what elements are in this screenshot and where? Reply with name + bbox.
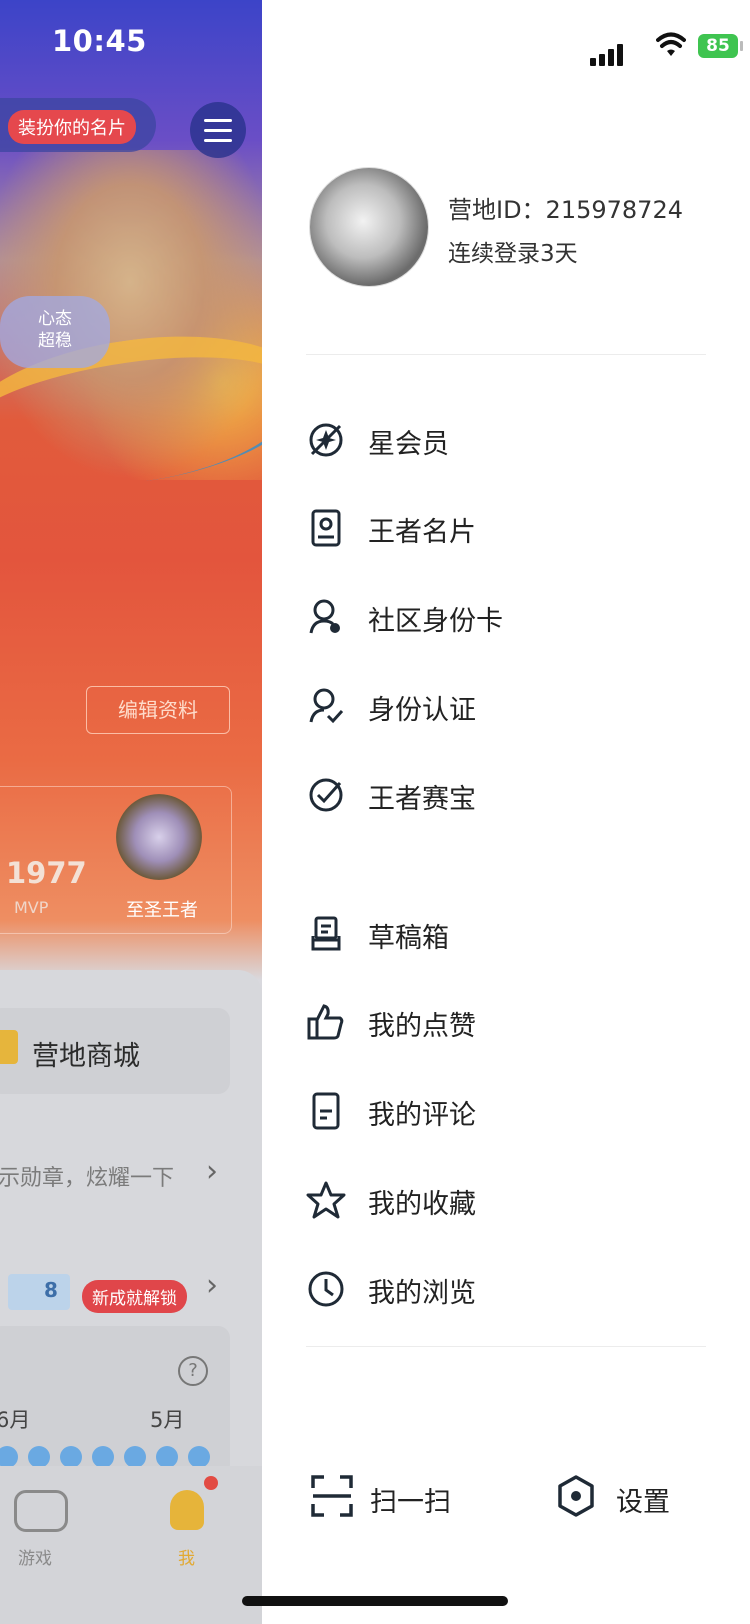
rank-label: 至圣王者: [126, 900, 198, 921]
scan-button[interactable]: 扫一扫: [310, 1468, 510, 1524]
settings-button[interactable]: 设置: [554, 1468, 704, 1524]
menu-item-label: 我的评论: [368, 1100, 476, 1131]
menu-item-profile-card[interactable]: 王者名片: [306, 500, 706, 556]
menu-item-star-member[interactable]: 星会员: [306, 412, 706, 468]
login-streak: 连续登录3天: [448, 241, 578, 267]
star-member-icon: [309, 423, 343, 457]
month-label-5: 5月: [150, 1408, 185, 1432]
divider: [306, 1346, 706, 1347]
chevron-right-icon[interactable]: ›: [206, 1268, 218, 1303]
mood-bubble-line2: 超稳: [38, 331, 72, 351]
menu-item-my-likes[interactable]: 我的点赞: [306, 994, 706, 1050]
menu-item-king-sai-bao[interactable]: 王者赛宝: [306, 767, 706, 823]
avatar[interactable]: [310, 168, 428, 286]
menu-item-label: 我的收藏: [368, 1189, 476, 1220]
menu-item-community-id[interactable]: 社区身份卡: [306, 589, 706, 645]
mood-bubble: 心态 超稳: [0, 296, 110, 368]
menu-item-my-favorites[interactable]: 我的收藏: [306, 1172, 706, 1228]
profile-card-icon: [311, 509, 341, 547]
status-time: 10:45: [52, 24, 147, 58]
decorate-card-label: 装扮你的名片: [8, 110, 136, 144]
shopping-bag-icon: [0, 1030, 18, 1064]
mood-bubble-line1: 心态: [38, 309, 72, 329]
drafts-icon: [311, 916, 341, 951]
divider: [306, 354, 706, 355]
background-profile-page: 10:45 装扮你的名片 心态 超稳 编辑资料 1977 MVP 至圣王者 营地…: [0, 0, 262, 1624]
tab-games-label[interactable]: 游戏: [18, 1544, 52, 1569]
decorate-card-pill[interactable]: 装扮你的名片: [0, 98, 156, 152]
scan-icon: [311, 1475, 353, 1517]
tab-me-label[interactable]: 我: [178, 1544, 195, 1569]
menu-item-my-history[interactable]: 我的浏览: [306, 1261, 706, 1317]
new-achievement-badge: 新成就解锁: [82, 1280, 187, 1313]
battery-icon: 85: [698, 34, 738, 58]
battery-tip: [740, 41, 743, 51]
menu-item-identity-verify[interactable]: 身份认证: [306, 678, 706, 734]
home-indicator[interactable]: [242, 1596, 508, 1606]
identity-verify-icon: [309, 688, 344, 724]
clock-icon: [308, 1271, 344, 1307]
community-id-icon: [309, 599, 340, 634]
user-id: 营地ID：215978724: [448, 196, 683, 224]
scan-label: 扫一扫: [370, 1487, 451, 1518]
achievement-count: 8: [44, 1278, 58, 1302]
menu-item-my-comments[interactable]: 我的评论: [306, 1083, 706, 1139]
menu-item-label: 草稿箱: [368, 923, 449, 954]
notification-dot: [204, 1476, 218, 1490]
menu-item-label: 身份认证: [368, 695, 476, 726]
shop-label: 营地商城: [32, 1041, 140, 1072]
settings-label: 设置: [616, 1487, 670, 1518]
rank-emblem-icon: [116, 794, 202, 880]
hamburger-menu-button[interactable]: [190, 102, 246, 158]
thumbs-up-icon: [307, 1004, 344, 1040]
achievement-badge: 8: [8, 1274, 70, 1310]
mvp-count: 1977: [6, 856, 87, 890]
menu-item-label: 我的点赞: [368, 1011, 476, 1042]
help-icon[interactable]: ?: [178, 1356, 208, 1386]
menu-item-label: 社区身份卡: [368, 606, 503, 637]
check-circle-icon: [309, 778, 343, 812]
profile-tab-icon[interactable]: [170, 1490, 204, 1530]
side-drawer: 85 营地ID：215978724 连续登录3天 星会员 王者名片 社区身份卡: [262, 0, 750, 1624]
gamepad-icon[interactable]: [14, 1490, 68, 1532]
menu-item-label: 我的浏览: [368, 1278, 476, 1309]
month-label-6: 6月: [0, 1408, 31, 1432]
menu-item-label: 王者赛宝: [368, 784, 476, 815]
menu-item-label: 星会员: [368, 429, 449, 460]
comment-doc-icon: [312, 1092, 340, 1130]
settings-hex-icon: [558, 1475, 594, 1517]
medal-showcase-text[interactable]: 示勋章，炫耀一下: [0, 1160, 174, 1192]
menu-item-drafts[interactable]: 草稿箱: [306, 906, 706, 962]
status-icons: 85: [590, 30, 743, 66]
star-outline-icon: [306, 1181, 346, 1219]
mvp-label: MVP: [14, 898, 49, 917]
menu-item-label: 王者名片: [368, 517, 476, 548]
edit-profile-button[interactable]: 编辑资料: [86, 686, 230, 734]
wifi-icon: [656, 32, 686, 56]
chevron-right-icon[interactable]: ›: [206, 1154, 218, 1189]
